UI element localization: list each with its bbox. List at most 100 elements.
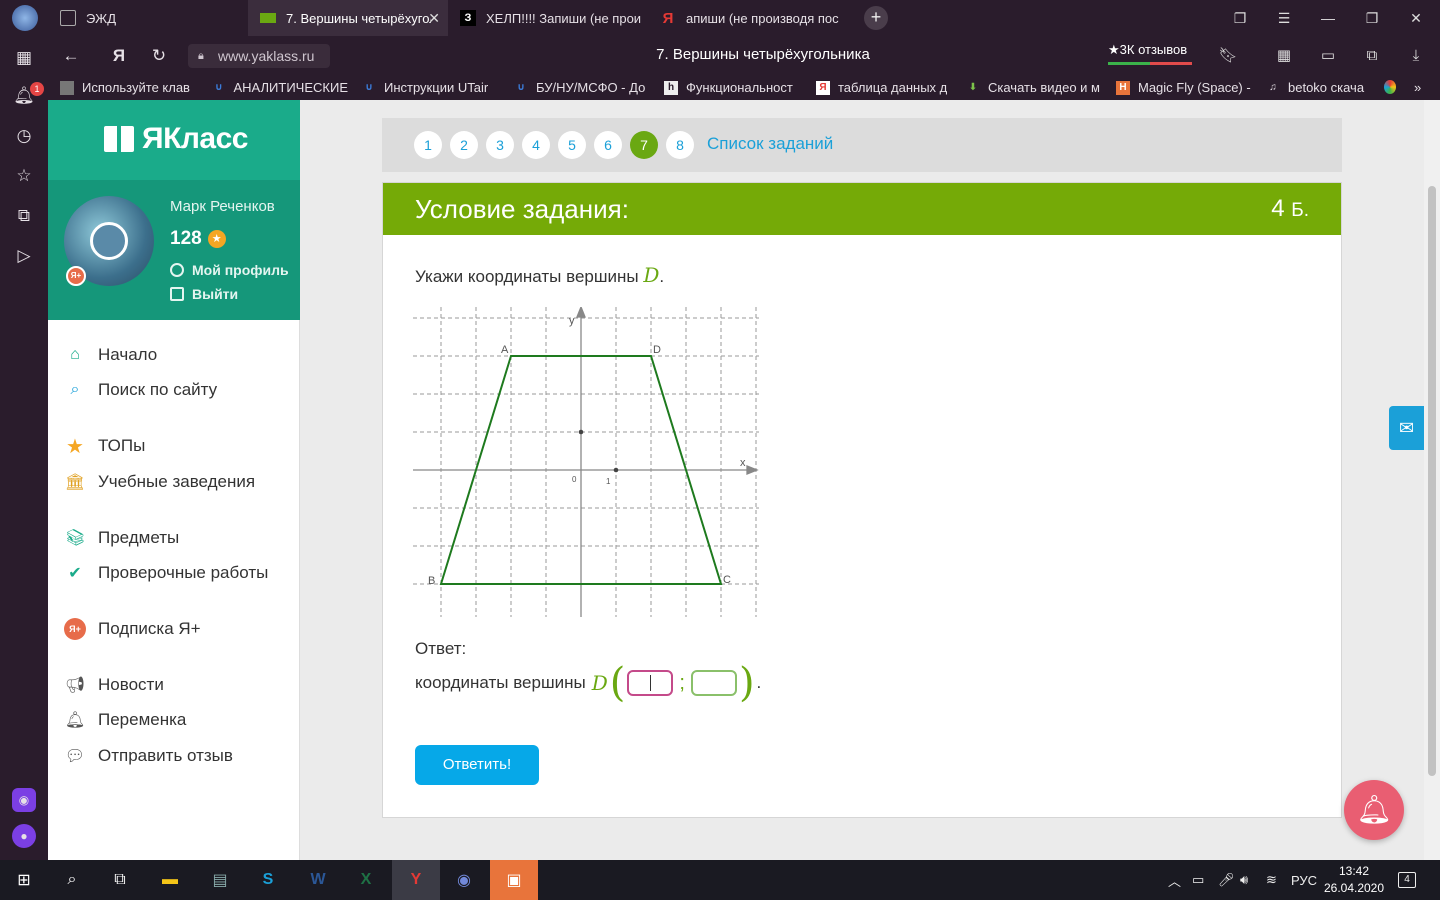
tabs-overview-icon[interactable]: ❐ (1218, 0, 1262, 36)
discord-icon[interactable]: ◉ (440, 860, 488, 900)
microphone-icon[interactable]: 🎤︎ (1218, 860, 1235, 900)
reviews-button[interactable]: ★3К отзывов (1108, 42, 1187, 58)
bookmark-item[interactable]: H Magic Fly (Space) - (1116, 80, 1252, 95)
bookmark-item[interactable]: ♫ betoko скача (1266, 80, 1376, 95)
app-icon[interactable]: ▤ (196, 860, 244, 900)
tab-title: 7. Вершины четырёхугол (286, 10, 431, 26)
url-field[interactable]: 🔒︎ www.yaklass.ru (188, 44, 330, 68)
bookmark-item[interactable]: Ятаблица данных д (816, 80, 952, 95)
history-icon[interactable]: ◷ (12, 124, 36, 148)
close-tab-icon[interactable]: ✕ (428, 10, 440, 27)
pager-button[interactable]: 5 (558, 131, 586, 159)
language-indicator[interactable]: РУС (1291, 860, 1317, 900)
system-clock[interactable]: 13:42 26.04.2020 (1322, 863, 1386, 897)
menu-item-break[interactable]: 🔔︎ Переменка (64, 707, 187, 733)
word-icon[interactable]: W (294, 860, 342, 900)
file-explorer-icon[interactable]: ▬ (146, 860, 194, 900)
tab-yandex[interactable]: Я апиши (не производя пос (648, 0, 848, 36)
answer-x-input[interactable] (627, 670, 674, 696)
download-icon[interactable]: ⤓ (1404, 44, 1428, 68)
bookmark-item[interactable]: ∪ АНАЛИТИЧЕСКИЕ (212, 80, 348, 95)
answer-y-input[interactable] (690, 670, 737, 696)
apps-grid-icon[interactable]: ▦ (12, 46, 36, 70)
point-x1 (613, 467, 619, 473)
alice-voice-icon[interactable]: ● (12, 824, 36, 848)
yandex-browser-taskbar-icon[interactable]: Y (392, 860, 440, 900)
bookmark-item[interactable]: Используйте клав (60, 80, 200, 95)
yandex-icon: Я (816, 80, 830, 95)
battery-icon[interactable]: ▭ (1192, 860, 1204, 900)
minimize-icon[interactable]: — (1306, 0, 1350, 36)
menu-item-subjects[interactable]: 📚︎ Предметы (64, 525, 179, 551)
bookmark-item[interactable]: ⬇ Скачать видео и м (966, 80, 1104, 95)
bookmark-item[interactable] (1384, 80, 1404, 94)
menu-item-schools[interactable]: 🏛︎ Учебные заведения (64, 469, 255, 495)
menu-item-subscription[interactable]: Я+ Подписка Я+ (64, 616, 201, 642)
app-icon[interactable]: ▣ (490, 860, 538, 900)
bookmark-item[interactable]: h Функциональност (664, 80, 800, 95)
yandex-home-icon[interactable]: Я (106, 44, 132, 68)
windows-start-icon[interactable]: ⊞ (0, 860, 48, 900)
tab-ezhd[interactable]: ЭЖД (48, 0, 248, 36)
bookmark-item[interactable]: ∪ Инструкции UTair (362, 80, 500, 95)
extension-icon[interactable]: ▦ (1272, 44, 1296, 68)
close-window-icon[interactable]: ✕ (1394, 0, 1438, 36)
collections-icon[interactable]: ⧉ (1360, 44, 1384, 68)
feedback-mail-icon[interactable]: ✉ (1389, 406, 1424, 450)
books-icon: 📚︎ (64, 530, 86, 547)
book-logo-icon (104, 126, 134, 152)
logout-link[interactable]: Выйти (170, 286, 238, 302)
volume-icon[interactable]: 🔊︎ (1240, 860, 1248, 900)
menu-item-home[interactable]: ⌂ Начало (64, 342, 157, 368)
video-play-icon[interactable]: ▷ (12, 244, 36, 268)
menu-item-tests[interactable]: ✔ Проверочные работы (64, 560, 268, 586)
pager-button[interactable]: 8 (666, 131, 694, 159)
task-list-link[interactable]: Список заданий (707, 134, 833, 154)
new-tab-button[interactable]: + (864, 6, 888, 30)
site-logo[interactable]: ЯКласс (104, 122, 248, 156)
menu-item-search[interactable]: ⌕ Поиск по сайту (64, 377, 218, 403)
collections-icon[interactable]: ⧉ (12, 204, 36, 228)
label-b: B (428, 575, 435, 587)
submit-answer-button[interactable]: Ответить! (415, 745, 539, 785)
task-header: Условие задания: 4 Б. (383, 183, 1341, 235)
pager-button[interactable]: 6 (594, 131, 622, 159)
skype-icon[interactable]: S (244, 860, 292, 900)
tab-yaklass[interactable]: 7. Вершины четырёхугол ✕ (248, 0, 448, 36)
browser-menu-button[interactable] (0, 0, 48, 36)
page-scrollbar[interactable] (1424, 100, 1440, 860)
bookmark-item[interactable]: ∪ БУ/НУ/МСФО - До (514, 80, 650, 95)
scrollbar-thumb[interactable] (1428, 186, 1436, 776)
alice-app-icon[interactable]: ◉ (12, 788, 36, 812)
pager-button[interactable]: 4 (522, 131, 550, 159)
back-icon[interactable]: ← (58, 44, 84, 68)
menu-item-news[interactable]: 📢︎ Новости (64, 672, 164, 698)
task-view-icon[interactable]: ⧉ (96, 860, 144, 900)
close-paren: ) (738, 660, 755, 706)
excel-icon[interactable]: X (342, 860, 390, 900)
restore-icon[interactable]: ❐ (1350, 0, 1394, 36)
network-icon[interactable]: ≋ (1266, 860, 1277, 900)
action-center-icon[interactable]: 4 (1398, 860, 1416, 900)
pager-button[interactable]: 2 (450, 131, 478, 159)
menu-item-feedback[interactable]: 💬︎ Отправить отзыв (64, 743, 233, 769)
pager-button[interactable]: 1 (414, 131, 442, 159)
grid-lines (413, 307, 759, 617)
search-icon[interactable]: ⌕ (48, 860, 96, 900)
bookmark-icon[interactable]: 🔖︎ (1216, 44, 1240, 68)
menu-item-tops[interactable]: ★ ТОПы (64, 433, 145, 459)
battery-saver-icon[interactable]: ▭ (1316, 44, 1340, 68)
multicolor-icon (1384, 80, 1396, 94)
label-y-axis: y (569, 315, 575, 327)
reload-icon[interactable]: ↻ (146, 44, 172, 68)
hamburger-menu-icon[interactable]: ☰ (1262, 0, 1306, 36)
reviews-rating-bar (1108, 62, 1192, 65)
pager-button[interactable]: 3 (486, 131, 514, 159)
tab-znanija[interactable]: З ХЕЛП!!!! Запиши (не прои (448, 0, 648, 36)
notification-bell-button[interactable]: 🔔︎ (1344, 780, 1404, 840)
more-bookmarks-icon[interactable]: » (1414, 80, 1434, 95)
favorites-star-icon[interactable]: ☆ (12, 164, 36, 188)
pager-button-active[interactable]: 7 (630, 131, 658, 159)
tray-chevron-icon[interactable]: ︿ (1168, 860, 1181, 900)
my-profile-link[interactable]: Мой профиль (170, 262, 289, 278)
